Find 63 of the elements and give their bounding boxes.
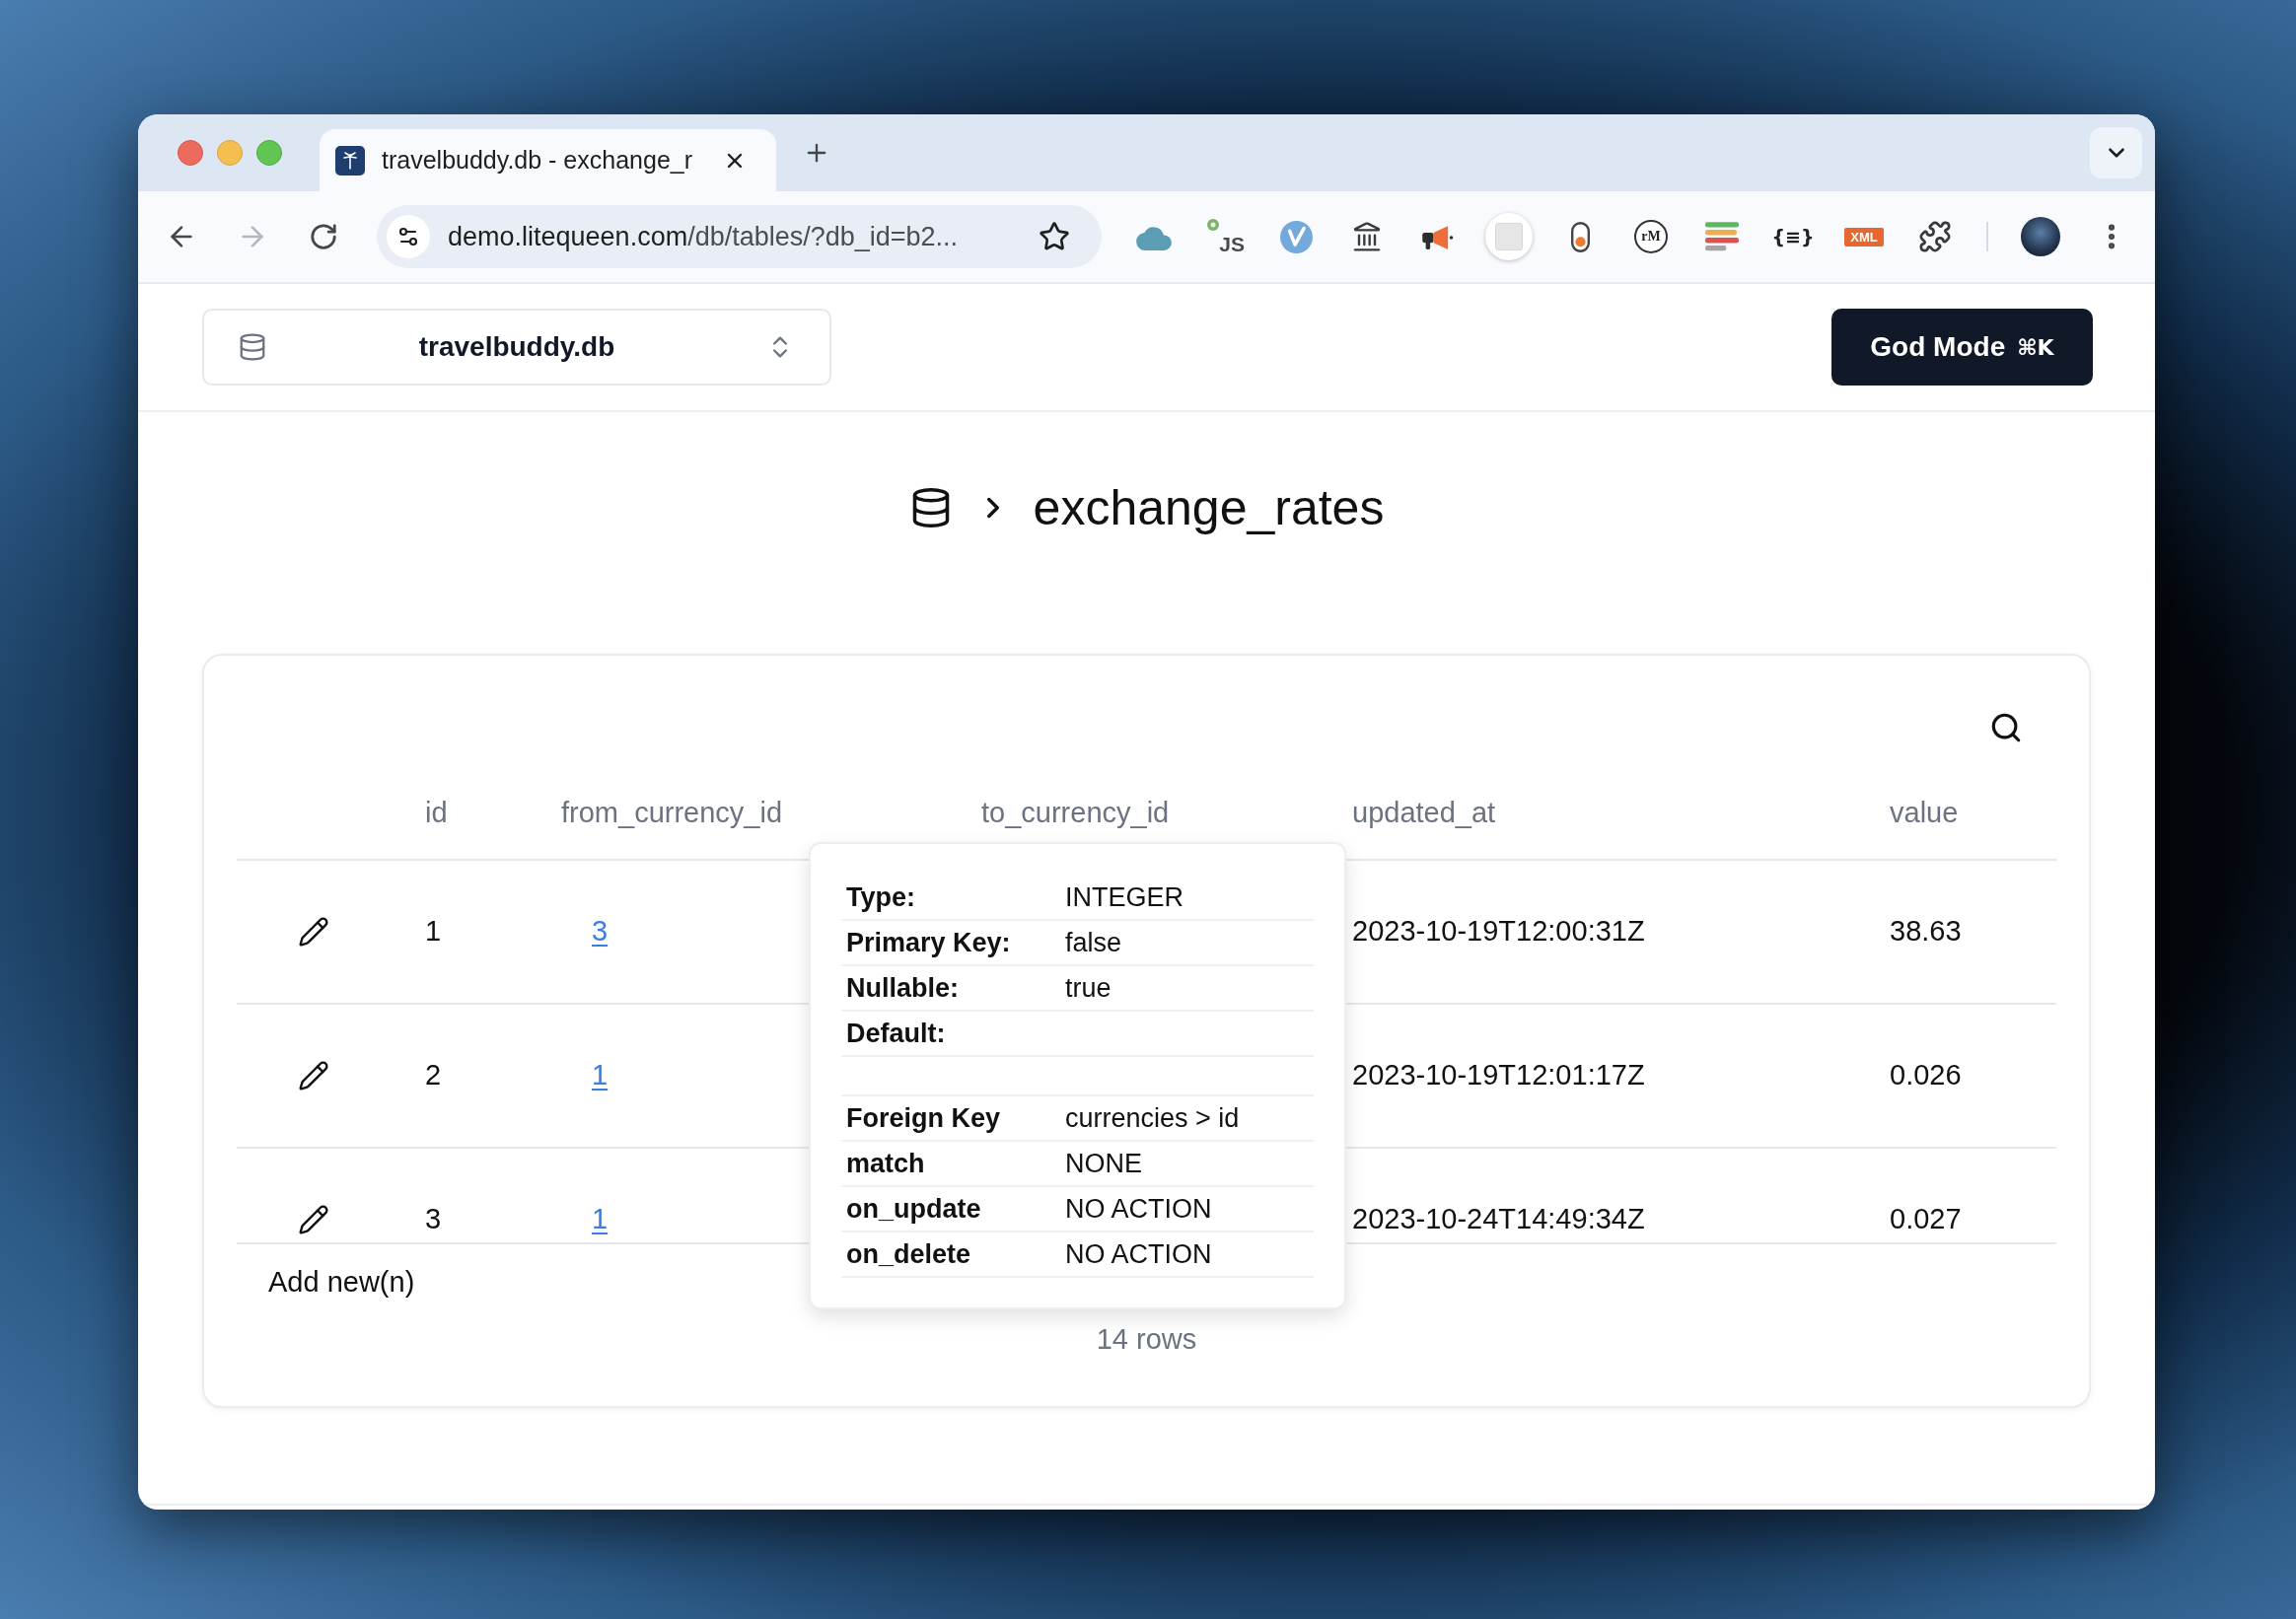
url-text: demo.litequeen.com/db/tables/?db_id=b2... xyxy=(448,220,959,253)
table-cell-text: 2023-10-19T12:00:31Z xyxy=(1352,914,1645,950)
address-bar[interactable]: demo.litequeen.com/db/tables/?db_id=b2... xyxy=(377,205,1102,268)
extension-button[interactable]: JS xyxy=(1205,217,1245,256)
table-cell-text: 3 xyxy=(425,1202,442,1237)
toggle-icon[interactable] xyxy=(1570,221,1590,252)
bookmark-star-icon[interactable] xyxy=(1039,221,1070,252)
row-count: 14 rows xyxy=(1096,1325,1197,1353)
info-value: NO ACTION xyxy=(1065,1237,1212,1271)
extension-button[interactable]: {≡} xyxy=(1771,227,1815,246)
info-label: on_update xyxy=(846,1192,981,1226)
info-label: Foreign Key xyxy=(846,1101,1001,1135)
column-header[interactable]: value xyxy=(1890,792,1959,835)
foreign-key-link[interactable]: 1 xyxy=(592,1198,609,1241)
info-value: NO ACTION xyxy=(1065,1192,1212,1226)
palm-tree-icon xyxy=(335,145,365,176)
landmark-icon[interactable] xyxy=(1351,221,1383,252)
foreign-key-link[interactable]: 3 xyxy=(592,910,609,953)
info-value: true xyxy=(1065,971,1112,1005)
info-label: Nullable: xyxy=(846,971,959,1005)
extension-button[interactable]: XML xyxy=(1844,227,1884,246)
info-value: INTEGER xyxy=(1065,880,1184,914)
god-mode-button[interactable]: God Mode ⌘K xyxy=(1831,309,2093,386)
pencil-icon[interactable] xyxy=(298,1204,329,1235)
info-label: Primary Key: xyxy=(846,926,1011,959)
table-cell-text: 1 xyxy=(425,914,442,950)
table-cell-text: 2023-10-24T14:49:34Z xyxy=(1352,1202,1645,1237)
ring-icon xyxy=(1205,217,1221,233)
table-title: exchange_rates xyxy=(1033,479,1385,537)
reload-icon[interactable] xyxy=(309,222,338,251)
column-header[interactable]: from_currency_id xyxy=(561,792,783,835)
tab-title: travelbuddy.db - exchange_r xyxy=(382,144,693,176)
info-value: NONE xyxy=(1065,1147,1142,1180)
sliders-icon[interactable] xyxy=(387,215,430,258)
pencil-icon[interactable] xyxy=(298,916,329,948)
browser-tab[interactable]: travelbuddy.db - exchange_r xyxy=(320,129,776,191)
profile-avatar[interactable] xyxy=(2021,217,2060,256)
pencil-icon[interactable] xyxy=(298,1060,329,1091)
table-cell-text: 2 xyxy=(425,1058,442,1093)
database-icon xyxy=(238,332,267,362)
foreign-key-link[interactable]: 1 xyxy=(592,1054,609,1097)
column-header[interactable]: to_currency_id xyxy=(981,792,1170,835)
stacked-bars-icon[interactable] xyxy=(1705,222,1739,251)
close-window-icon[interactable] xyxy=(178,140,203,166)
info-value: currencies > id xyxy=(1065,1101,1240,1135)
search-icon[interactable] xyxy=(1989,711,2023,744)
info-value: false xyxy=(1065,926,1122,959)
extension-button[interactable]: rM xyxy=(1634,220,1668,253)
table-cell-text: 0.026 xyxy=(1890,1058,1962,1093)
chevron-down-icon[interactable] xyxy=(2090,127,2142,178)
column-header[interactable]: updated_at xyxy=(1352,792,1496,835)
info-label: Default: xyxy=(846,1017,946,1050)
database-select[interactable]: travelbuddy.db xyxy=(202,309,831,386)
info-label: on_delete xyxy=(846,1237,971,1271)
table-cell-text: 2023-10-19T12:01:17Z xyxy=(1352,1058,1645,1093)
square-tile-icon[interactable] xyxy=(1485,213,1533,260)
column-header[interactable]: id xyxy=(425,792,448,835)
info-label: match xyxy=(846,1147,925,1180)
info-label: Type: xyxy=(846,880,915,914)
table-cell-text: 38.63 xyxy=(1890,914,1962,950)
table-cell-text: 0.027 xyxy=(1890,1202,1962,1237)
puzzle-icon[interactable] xyxy=(1918,220,1952,253)
add-row-button[interactable]: Add new(n) xyxy=(268,1268,415,1296)
